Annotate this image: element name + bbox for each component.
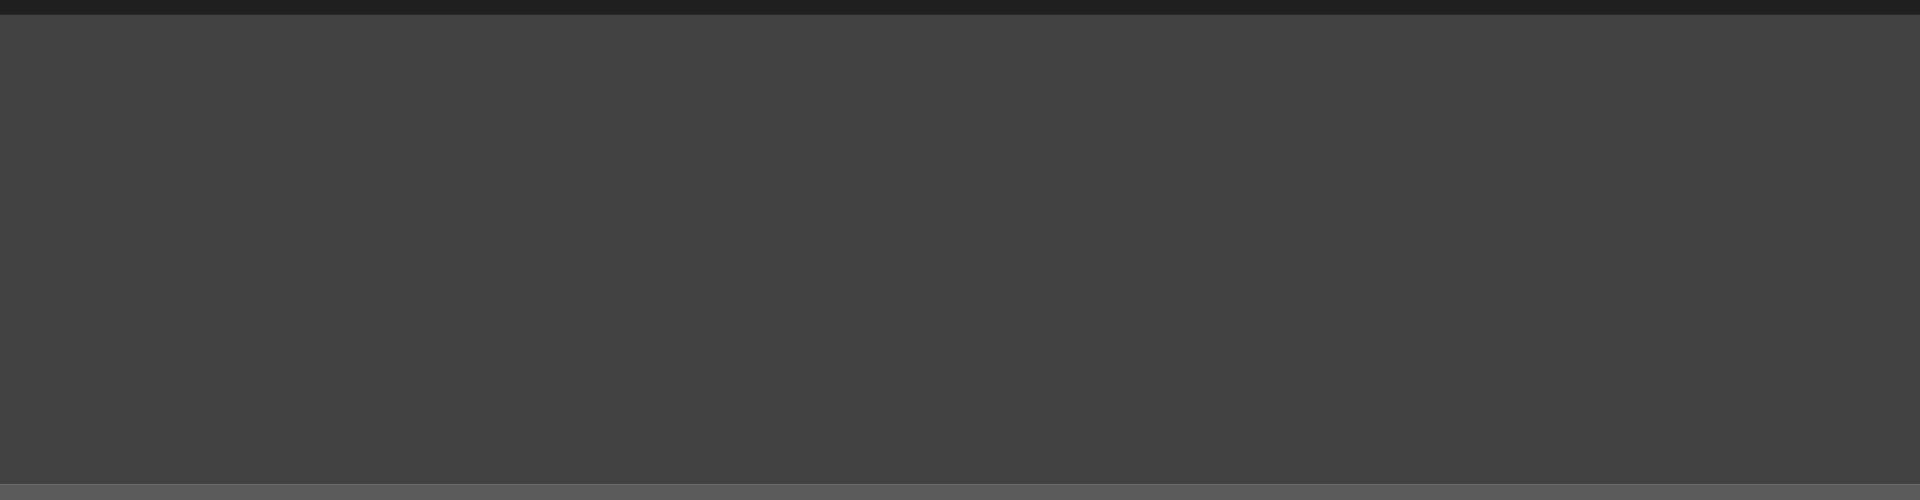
- app-window: [0, 0, 1920, 500]
- bottom-bar: [0, 484, 1920, 500]
- top-bar: [0, 0, 1920, 15]
- content-area: [0, 15, 1920, 484]
